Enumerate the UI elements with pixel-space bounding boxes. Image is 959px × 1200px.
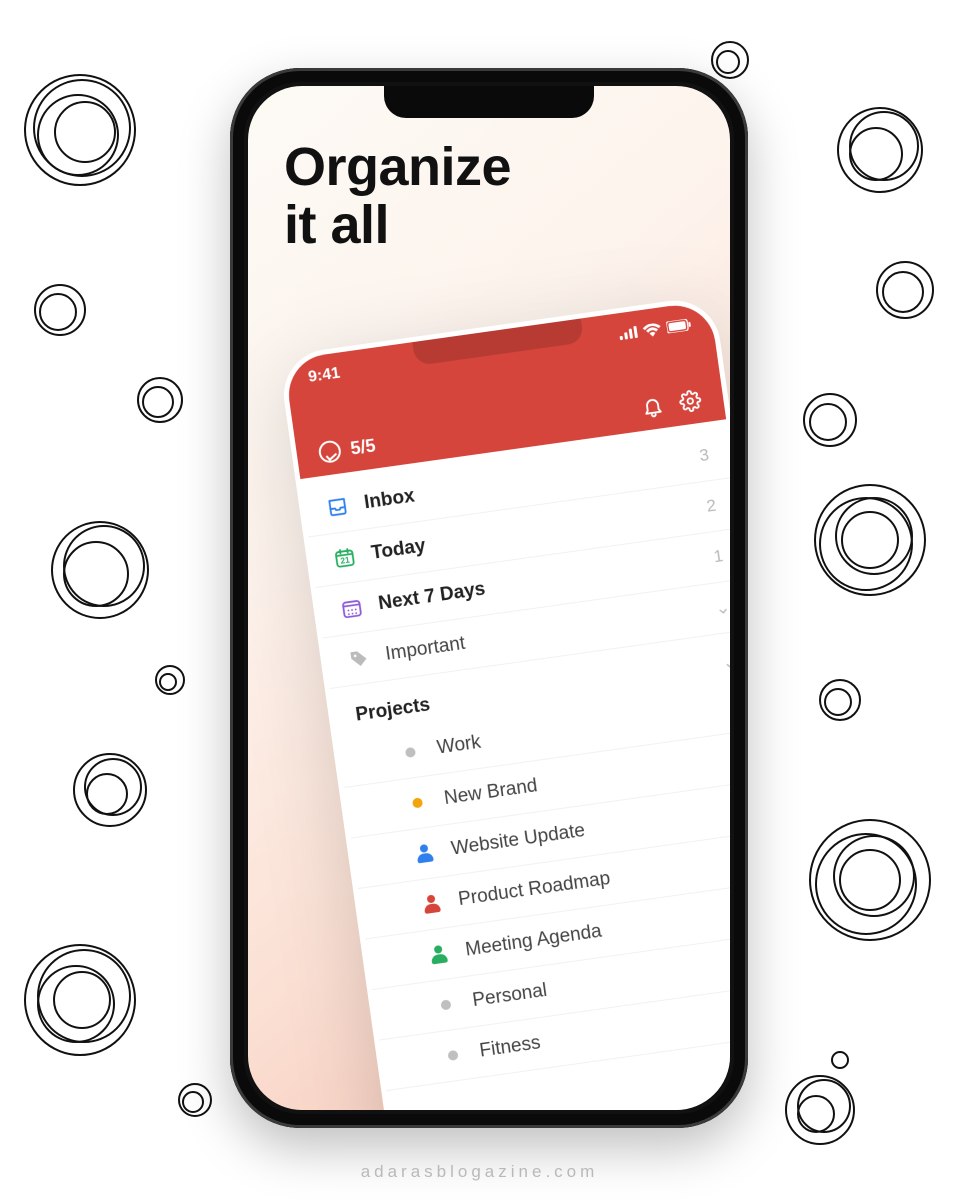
- project-dot-icon: [441, 1043, 466, 1068]
- chevron-down-icon: ⌄: [721, 650, 730, 675]
- person-icon: [412, 841, 437, 866]
- project-dot-icon: [398, 740, 423, 765]
- week-icon: [339, 596, 364, 621]
- status-time: 9:41: [307, 365, 341, 387]
- phone-screen: Organize it all 9:41: [248, 86, 730, 1110]
- watermark: adarasblogazine.com: [0, 1162, 959, 1182]
- nav-list: Inbox 3 21 Today 2: [300, 419, 730, 1091]
- battery-icon: [666, 318, 691, 333]
- outer-notch: [384, 86, 594, 118]
- headline-line-2: it all: [284, 195, 389, 255]
- status-icons: [618, 318, 691, 341]
- wifi-icon: [642, 322, 662, 337]
- progress-indicator[interactable]: 5/5: [317, 434, 377, 464]
- person-icon: [426, 942, 451, 967]
- progress-icon: [317, 439, 342, 464]
- project-dot-icon: [405, 791, 430, 816]
- svg-text:21: 21: [340, 555, 351, 565]
- person-icon: [419, 892, 444, 917]
- phone-frame: Organize it all 9:41: [230, 68, 748, 1128]
- calendar-icon: 21: [332, 545, 357, 570]
- filter-count: 3: [698, 445, 710, 466]
- canvas: Organize it all 9:41: [0, 0, 959, 1200]
- inner-app-wrap: 9:41 5/5: [278, 295, 730, 1110]
- chevron-down-icon: ⌄: [714, 596, 730, 619]
- headline-line-1: Organize: [284, 137, 511, 197]
- filter-count: 1: [712, 546, 724, 567]
- filter-count: 2: [705, 496, 717, 517]
- bell-icon[interactable]: [640, 394, 665, 419]
- progress-label: 5/5: [349, 435, 377, 459]
- projects-header-label: Projects: [354, 694, 431, 726]
- project-dot-icon: [434, 993, 459, 1018]
- status-bar: 9:41: [307, 315, 692, 387]
- tag-icon: [346, 646, 371, 671]
- headline: Organize it all: [284, 138, 511, 255]
- signal-icon: [618, 326, 637, 340]
- inner-app: 9:41 5/5: [278, 295, 730, 1110]
- gear-icon[interactable]: [678, 389, 703, 414]
- inbox-icon: [325, 495, 350, 520]
